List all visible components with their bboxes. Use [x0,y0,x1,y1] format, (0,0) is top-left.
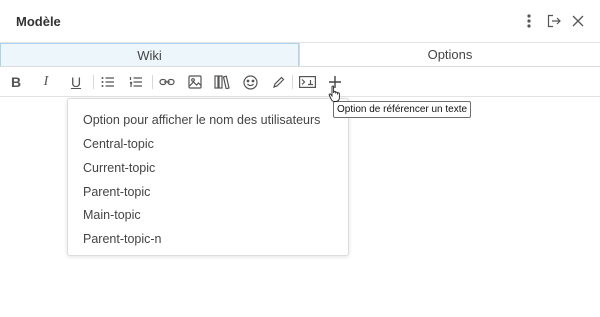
tab-options[interactable]: Options [299,43,600,66]
italic-icon[interactable]: I [37,73,55,91]
tab-wiki[interactable]: Wiki [0,43,299,66]
embed-icon[interactable] [298,73,316,91]
library-icon[interactable] [213,73,231,91]
dropdown-item-current-topic[interactable]: Current-topic [83,161,155,175]
pencil-icon[interactable] [269,73,287,91]
dropdown-item-main-topic[interactable]: Main-topic [83,208,141,222]
window-title: Modèle [16,14,61,29]
link-icon[interactable] [158,73,176,91]
tab-bar: Wiki Options [0,43,600,67]
toolbar-divider [292,75,293,89]
more-vertical-icon[interactable] [520,12,538,30]
hand-cursor-icon [328,85,342,103]
toolbar-divider [152,75,153,89]
reference-dropdown-menu: Option pour afficher le nom des utilisat… [67,98,349,256]
editor-toolbar: B I U [0,67,600,97]
bullet-list-icon[interactable] [99,73,117,91]
toolbar-divider [93,75,94,89]
close-icon[interactable] [569,12,587,30]
logout-icon[interactable] [545,12,563,30]
window-header: Modèle [0,0,600,43]
image-icon[interactable] [186,73,204,91]
bold-icon[interactable]: B [7,73,25,91]
dropdown-item-central-topic[interactable]: Central-topic [83,137,154,151]
plus-button-tooltip: Option de référencer un texte [333,101,472,118]
dropdown-item-parent-topic-n[interactable]: Parent-topic-n [83,232,162,246]
dropdown-item-username-option[interactable]: Option pour afficher le nom des utilisat… [83,113,320,127]
emoji-icon[interactable] [241,73,259,91]
dropdown-item-parent-topic[interactable]: Parent-topic [83,185,150,199]
underline-icon[interactable]: U [67,73,85,91]
numbered-list-icon[interactable] [127,73,145,91]
